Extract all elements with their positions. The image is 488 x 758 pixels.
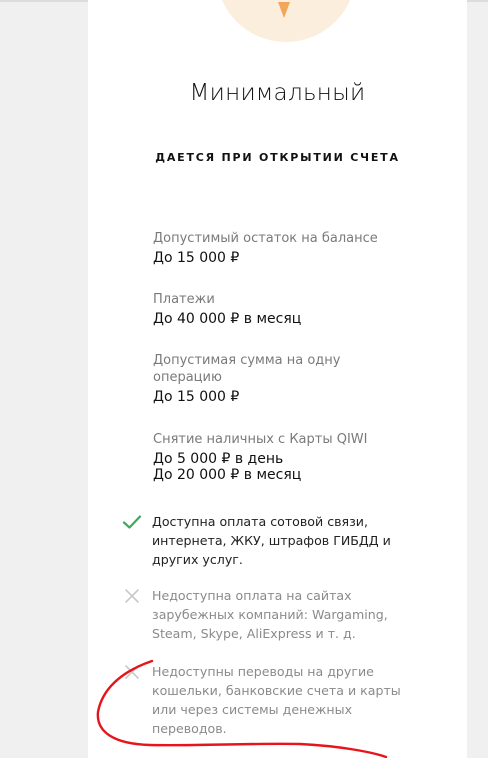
limit-label: Допустимый остаток на балансе [153, 231, 378, 246]
limit-balance: Допустимый остаток на балансе До 15 000 … [153, 230, 413, 266]
feature-text: Недоступны переводы на другие кошельки, … [152, 662, 402, 738]
feature-line: Доступна оплата сотовой связи, [152, 514, 369, 529]
feature-line: переводов. [152, 721, 227, 736]
limit-label: Допустимая сумма на одну [153, 353, 341, 368]
limit-single-operation: Допустимая сумма на одну операцию До 15 … [153, 352, 413, 405]
feature-line: Недоступны переводы на другие [152, 664, 374, 679]
feature-line: Steam, Skype, AliExpress и т. д. [152, 626, 356, 641]
limit-value: До 15 000 ₽ [153, 250, 240, 266]
tariff-subtitle: ДАЕТСЯ ПРИ ОТКРЫТИИ СЧЕТА [155, 151, 400, 164]
cross-icon [125, 665, 139, 679]
feature-line: Недоступна оплата на сайтах [152, 588, 352, 603]
limit-value: До 5 000 ₽ в день [153, 451, 284, 467]
feature-line: других услуг. [152, 552, 243, 567]
feature-text: Доступна оплата сотовой связи, интернета… [152, 512, 402, 569]
limit-label: Платежи [153, 292, 215, 307]
limit-value: До 15 000 ₽ [153, 389, 240, 405]
limit-cash-withdrawal: Снятие наличных с Карты QIWI До 5 000 ₽ … [153, 431, 413, 483]
feature-line: зарубежных компаний: Wargaming, [152, 607, 388, 622]
limit-value: До 20 000 ₽ в месяц [153, 467, 302, 483]
feature-text: Недоступна оплата на сайтах зарубежных к… [152, 586, 402, 643]
cross-icon [125, 589, 139, 603]
tariff-title: Минимальный [189, 80, 366, 106]
limit-label: операцию [153, 370, 222, 385]
tariff-illustration [216, 0, 356, 42]
check-icon [122, 515, 142, 529]
limit-value: До 40 000 ₽ в месяц [153, 311, 302, 327]
tariff-card: Минимальный ДАЕТСЯ ПРИ ОТКРЫТИИ СЧЕТА До… [88, 0, 467, 758]
limit-payments: Платежи До 40 000 ₽ в месяц [153, 291, 413, 327]
feature-line: кошельки, банковские счета и карты [152, 683, 401, 698]
illustration-accent [278, 2, 290, 18]
feature-line: или через системы денежных [152, 702, 353, 717]
limit-label: Снятие наличных с Карты QIWI [153, 432, 368, 447]
feature-line: интернета, ЖКУ, штрафов ГИБДД и [152, 533, 391, 548]
